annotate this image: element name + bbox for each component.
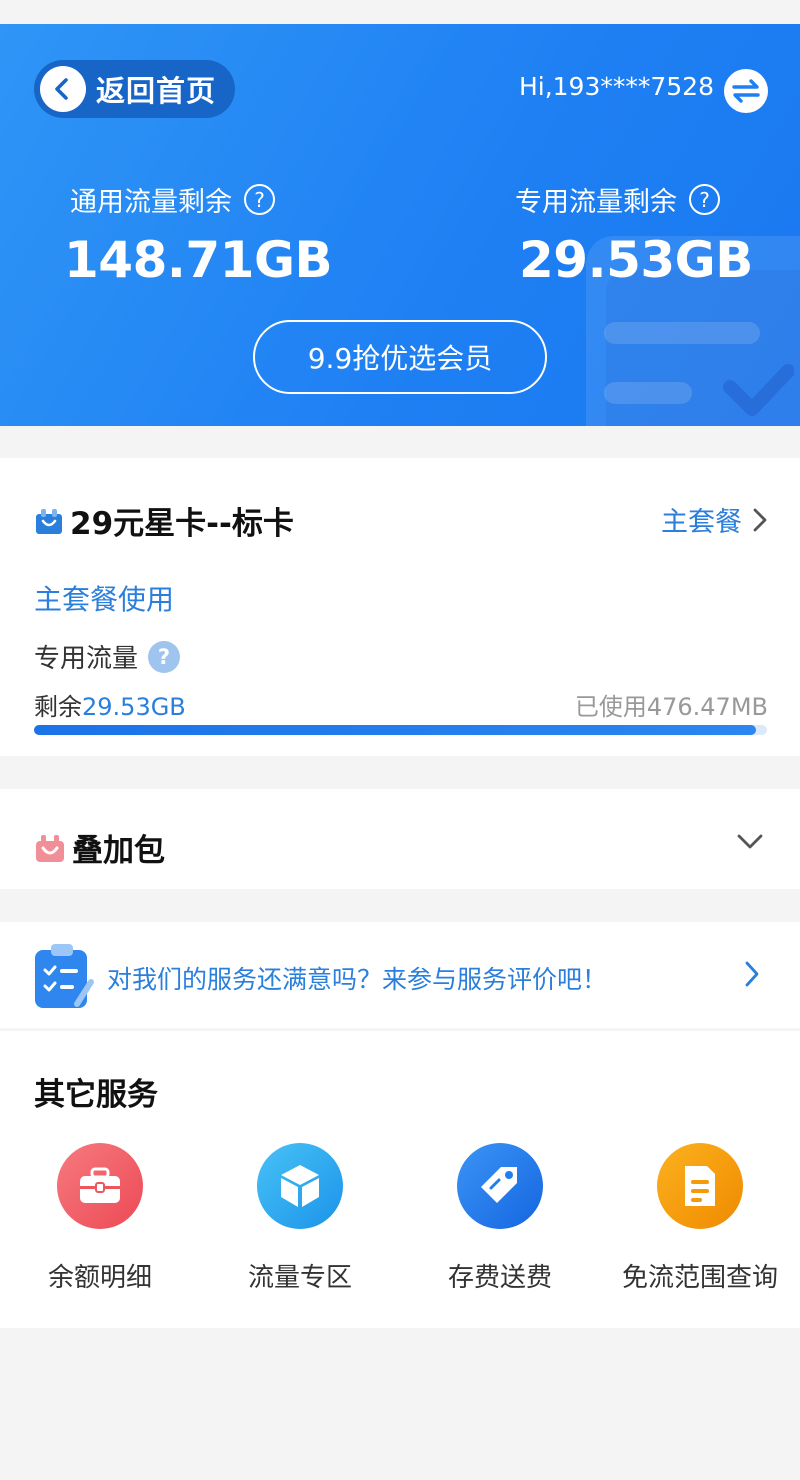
service-label: 免流范围查询: [621, 1263, 778, 1293]
decoration-bar: [604, 382, 692, 404]
back-home-label: 返回首页: [96, 74, 217, 108]
service-survey-banner[interactable]: 对我们的服务还满意吗？来参与服务评价吧！: [0, 922, 800, 1028]
usage-progress-fill: [34, 725, 756, 735]
service-label: 存费送费: [447, 1263, 552, 1293]
decoration-bar: [604, 322, 760, 344]
back-arrow-icon: [40, 66, 86, 112]
general-data-value: 148.71GB: [64, 231, 333, 289]
user-greeting: Hi,193****7528: [518, 72, 714, 101]
chevron-right-icon: [745, 961, 759, 987]
chevron-right-icon: [753, 508, 767, 531]
service-balance-detail[interactable]: 余额明细: [0, 1143, 200, 1294]
survey-clipboard-icon: [35, 944, 94, 1008]
addon-title: 叠加包: [72, 833, 165, 869]
special-data-label: 专用流量剩余: [515, 187, 677, 218]
general-help-icon[interactable]: ?: [244, 184, 275, 215]
other-services-title: 其它服务: [34, 1077, 158, 1113]
service-free-range-query[interactable]: 免流范围查询: [600, 1143, 800, 1294]
chevron-down-icon[interactable]: [736, 833, 764, 851]
other-services-card: 其它服务 余额明细 流量专区 存费送费 免流范围查询: [0, 1031, 800, 1328]
special-data-value: 29.53GB: [519, 231, 753, 289]
special-help-icon[interactable]: ?: [689, 184, 720, 215]
general-data-label: 通用流量剩余: [70, 187, 232, 218]
remaining-prefix: 剩余: [34, 693, 82, 721]
survey-text: 对我们的服务还满意吗？来参与服务评价吧！: [107, 965, 608, 994]
gift-bag-icon: [36, 834, 64, 862]
vip-offer-button[interactable]: 9.9抢优选会员: [253, 320, 547, 394]
remaining-value: 29.53GB: [82, 693, 186, 721]
document-icon: [657, 1143, 743, 1229]
special-flow-label: 专用流量: [34, 644, 139, 674]
remaining-data: 剩余29.53GB: [34, 687, 186, 722]
service-deposit-bonus[interactable]: 存费送费: [400, 1143, 600, 1294]
price-tag-icon: [457, 1143, 543, 1229]
addon-card[interactable]: 叠加包: [0, 789, 800, 889]
service-label: 流量专区: [247, 1263, 352, 1293]
used-prefix: 已使用: [574, 693, 647, 721]
plan-card: 29元星卡--标卡 主套餐 主套餐使用 专用流量 ? 剩余29.53GB 已使用…: [0, 458, 800, 756]
account-header: 返回首页 Hi,193****7528 通用流量剩余 ? 148.71GB 专用…: [0, 24, 800, 426]
main-plan-link[interactable]: 主套餐: [661, 500, 768, 539]
briefcase-icon: [57, 1143, 143, 1229]
used-data: 已使用476.47MB: [575, 687, 768, 722]
service-label: 余额明细: [47, 1263, 152, 1293]
used-value: 476.47MB: [646, 693, 768, 721]
general-data-stat: 通用流量剩余 ? 148.71GB: [64, 180, 333, 289]
plan-name: 29元星卡--标卡: [70, 506, 294, 542]
cube-icon: [257, 1143, 343, 1229]
switch-account-icon[interactable]: [724, 69, 768, 113]
main-plan-link-label: 主套餐: [661, 507, 742, 538]
checkmark-decoration-icon: [723, 364, 794, 416]
special-data-stat: 专用流量剩余 ? 29.53GB: [515, 180, 753, 289]
flow-help-icon[interactable]: ?: [148, 640, 181, 673]
main-plan-usage-heading: 主套餐使用: [34, 583, 175, 616]
shopping-bag-icon: [36, 508, 62, 534]
back-home-button[interactable]: 返回首页: [34, 60, 235, 118]
service-data-zone[interactable]: 流量专区: [200, 1143, 400, 1294]
